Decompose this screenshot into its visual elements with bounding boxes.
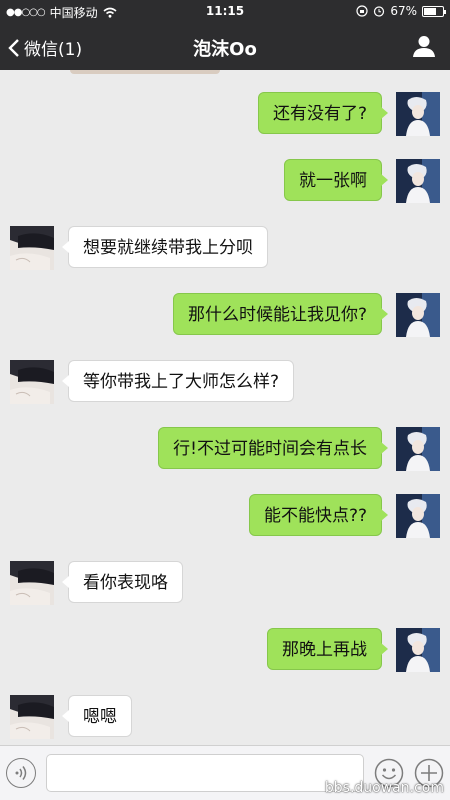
nav-bar: 微信(1) 泡沫Oo [0,24,450,70]
contact-avatar[interactable] [10,360,54,404]
incoming-message: 等你带我上了大师怎么样? [0,358,450,404]
chat-area[interactable]: 还有没有了? 就一张啊 想要就继续带我上分呗那什么时候能让我见你? 等你带我上了大师怎… [0,70,450,745]
message-bubble[interactable]: 那晚上再战 [267,628,388,670]
incoming-message: 看你表现咯 [0,559,450,605]
my-avatar[interactable] [396,427,440,471]
status-bar: ●●○○○ 中国移动 11:15 67% [0,0,450,24]
my-avatar[interactable] [396,293,440,337]
previous-message-peek [70,70,220,74]
battery-icon [422,5,446,17]
outgoing-message: 还有没有了? [0,90,450,136]
chevron-left-icon [8,38,19,57]
status-right: 67% [356,4,446,18]
message-bubble[interactable]: 那什么时候能让我见你? [172,293,389,335]
message-bubble[interactable]: 能不能快点?? [248,494,389,536]
message-bubble[interactable]: 就一张啊 [284,159,388,201]
voice-icon [15,766,27,780]
outgoing-message: 行!不过可能时间会有点长 [0,425,450,471]
battery-percent: 67% [390,4,417,18]
outgoing-message: 那晚上再战 [0,626,450,672]
message-bubble[interactable]: 等你带我上了大师怎么样? [61,360,295,402]
my-avatar[interactable] [396,494,440,538]
contact-avatar[interactable] [10,226,54,270]
rotation-lock-icon [356,5,368,17]
back-button[interactable]: 微信(1) [8,35,82,60]
battery-fill [424,7,437,15]
input-bar: bbs.duowan.com [0,745,450,800]
contact-info-button[interactable] [412,34,436,62]
my-avatar[interactable] [396,92,440,136]
outgoing-message: 那什么时候能让我见你? [0,291,450,337]
contact-avatar[interactable] [10,561,54,605]
back-label: 微信(1) [24,40,83,60]
message-input[interactable] [46,754,364,792]
person-icon [413,36,435,57]
outgoing-message: 就一张啊 [0,157,450,203]
watermark: bbs.duowan.com [324,780,444,796]
message-bubble[interactable]: 看你表现咯 [62,561,183,603]
contact-avatar[interactable] [10,695,54,739]
message-bubble[interactable]: 嗯嗯 [62,695,132,737]
voice-button[interactable] [6,758,36,788]
incoming-message: 想要就继续带我上分呗 [0,224,450,270]
my-avatar[interactable] [396,628,440,672]
message-bubble[interactable]: 想要就继续带我上分呗 [62,226,268,268]
alarm-icon [374,6,385,17]
message-bubble[interactable]: 行!不过可能时间会有点长 [158,427,388,469]
outgoing-message: 能不能快点?? [0,492,450,538]
message-bubble[interactable]: 还有没有了? [257,92,389,134]
my-avatar[interactable] [396,159,440,203]
incoming-message: 嗯嗯 [0,693,450,739]
